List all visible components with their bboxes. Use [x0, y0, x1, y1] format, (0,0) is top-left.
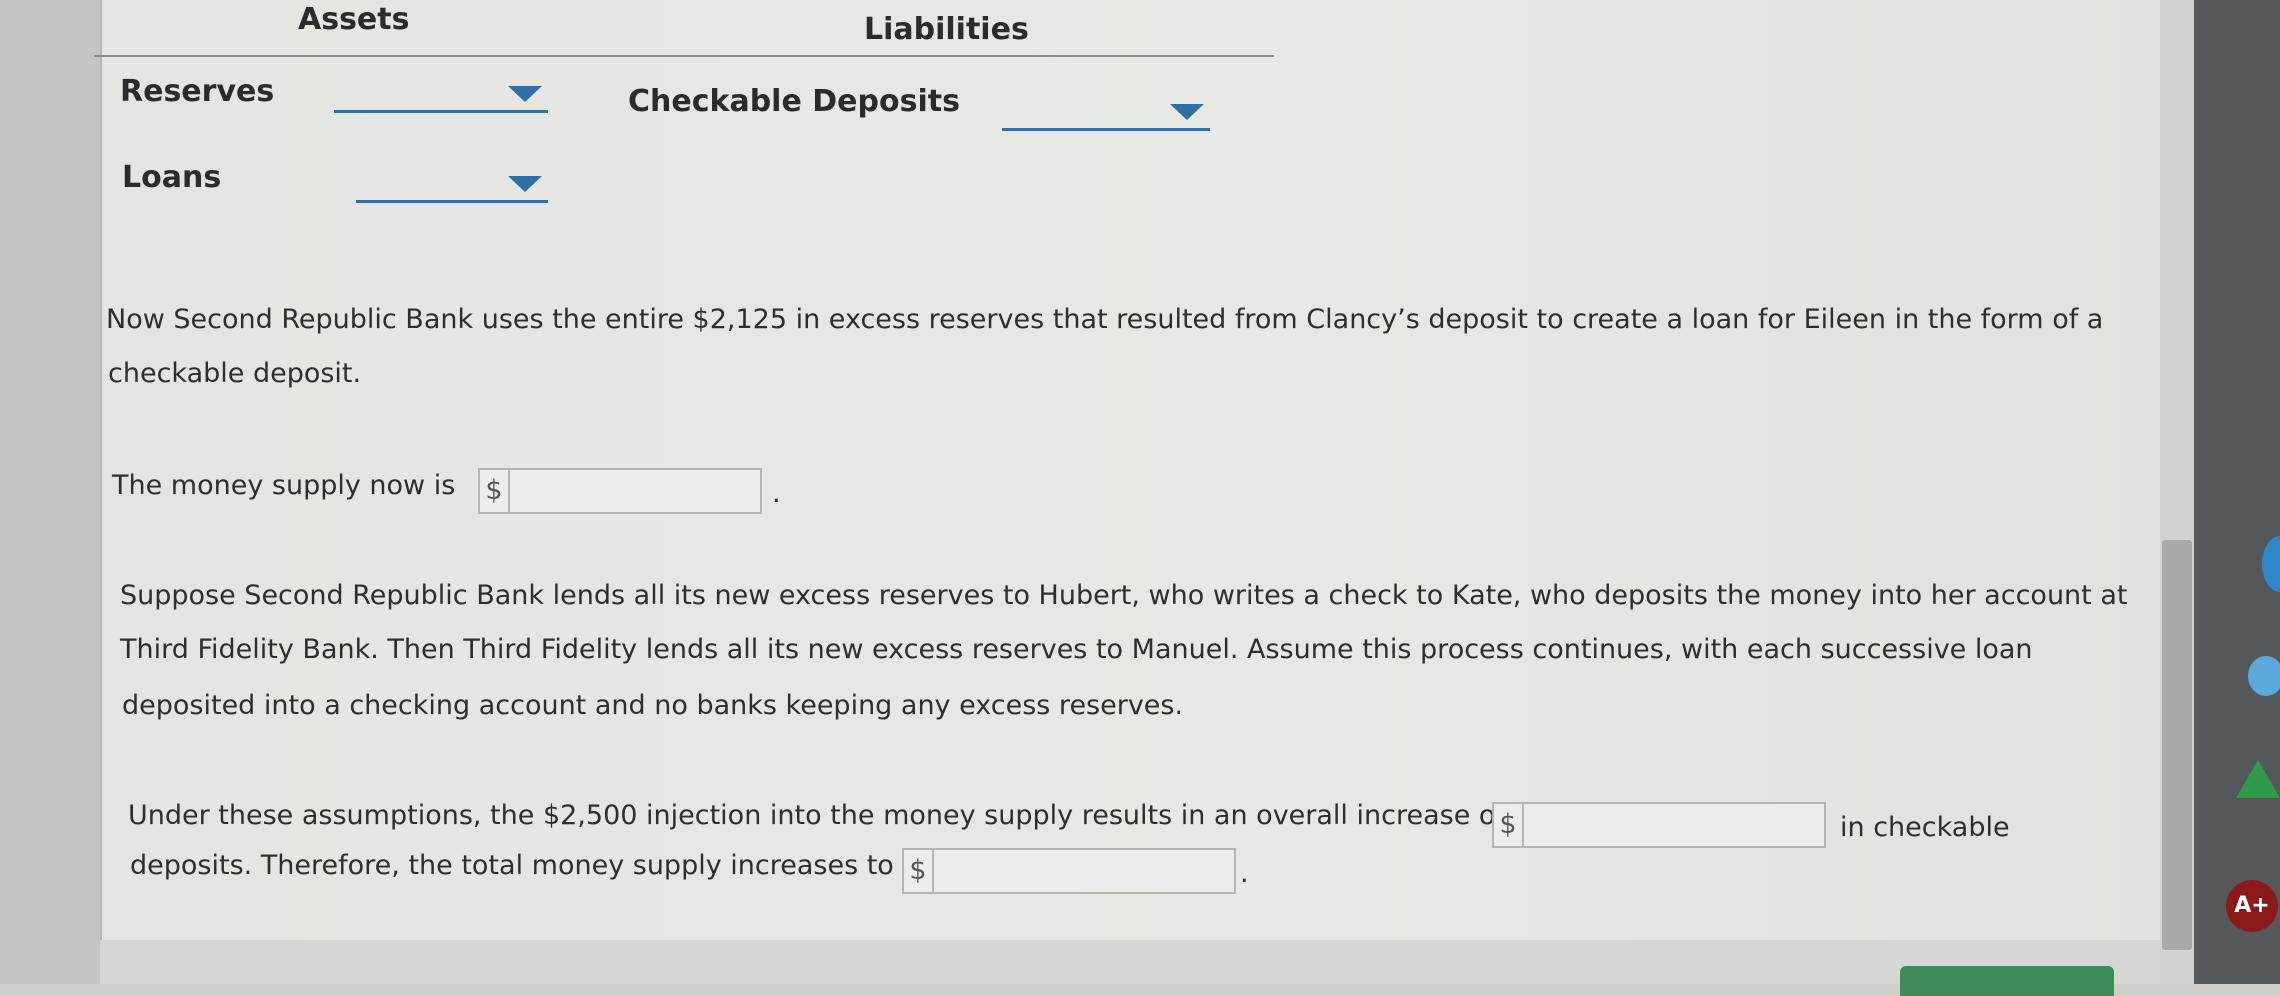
money-supply-period: .: [772, 478, 781, 509]
acrobat-icon[interactable]: A+: [2226, 880, 2278, 932]
increase-input[interactable]: [1524, 804, 1824, 848]
liabilities-header: Liabilities: [864, 12, 1029, 47]
reserves-dropdown[interactable]: [334, 80, 548, 113]
question-line2-suffix: .: [1240, 858, 1249, 889]
paragraph2-line2: Third Fidelity Bank. Then Third Fidelity…: [120, 634, 2033, 665]
checkable-deposits-label: Checkable Deposits: [628, 84, 960, 119]
left-gutter: [0, 0, 100, 984]
money-supply-input[interactable]: [510, 470, 760, 514]
paragraph2-line1: Suppose Second Republic Bank lends all i…: [120, 580, 2128, 611]
chevron-down-icon: [508, 86, 542, 102]
total-supply-field[interactable]: $: [902, 848, 1236, 894]
dollar-sign: $: [1494, 804, 1524, 846]
dollar-sign: $: [904, 850, 934, 892]
bottom-strip: [100, 940, 2160, 984]
chevron-down-icon: [1170, 104, 1204, 120]
money-supply-field[interactable]: $: [478, 468, 762, 514]
continue-button[interactable]: [1900, 966, 2114, 996]
loans-label: Loans: [122, 160, 222, 195]
increase-field[interactable]: $: [1492, 802, 1826, 848]
reserves-label: Reserves: [120, 74, 275, 109]
paragraph1-line2: checkable deposit.: [108, 358, 362, 389]
question-line2: deposits. Therefore, the total money sup…: [130, 850, 894, 881]
loans-dropdown[interactable]: [356, 170, 548, 203]
t-account-rule: [94, 55, 1274, 57]
question-line1: Under these assumptions, the $2,500 inje…: [128, 800, 1505, 831]
assets-header: Assets: [298, 2, 410, 37]
drive-icon[interactable]: [2236, 760, 2280, 798]
money-supply-label: The money supply now is: [112, 470, 456, 501]
checkable-deposits-dropdown[interactable]: [1002, 98, 1210, 131]
paragraph1-line1: Now Second Republic Bank uses the entire…: [106, 304, 2104, 335]
question-line1-suffix: in checkable: [1840, 812, 2010, 843]
paragraph2-line3: deposited into a checking account and no…: [122, 690, 1184, 721]
chevron-down-icon: [508, 176, 542, 192]
scrollbar-thumb[interactable]: [2162, 540, 2192, 950]
dollar-sign: $: [480, 470, 510, 512]
cloud-icon[interactable]: [2248, 656, 2280, 696]
total-supply-input[interactable]: [934, 850, 1234, 894]
